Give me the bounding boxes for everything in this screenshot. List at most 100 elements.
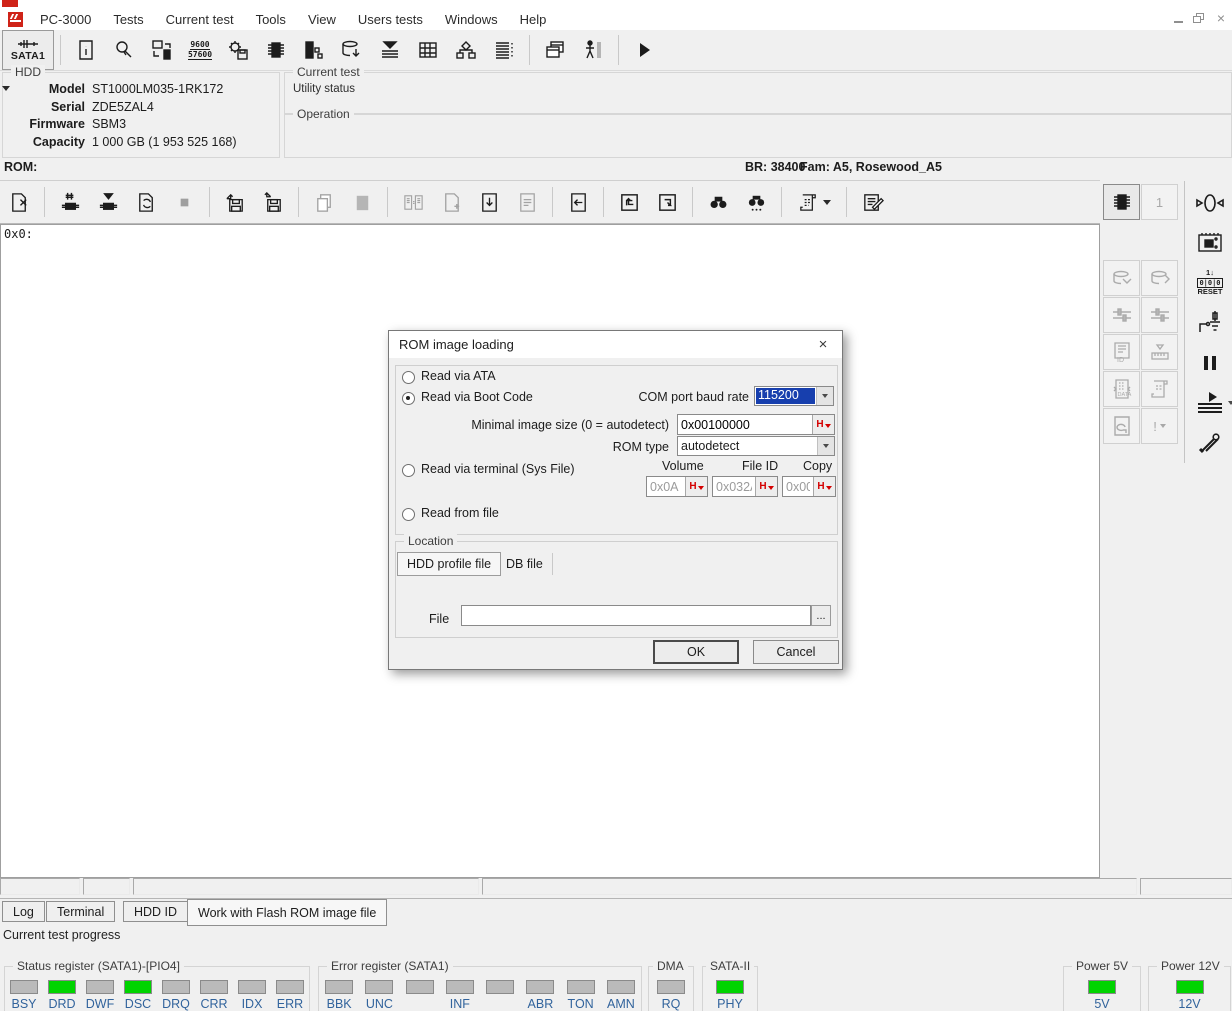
tab-work-with-flash-rom-image-file[interactable]: Work with Flash ROM image file [187, 899, 387, 926]
paste-button[interactable] [343, 184, 381, 220]
menu-users-tests[interactable]: Users tests [347, 12, 434, 27]
read-disk-b-button[interactable] [1141, 260, 1178, 296]
settings-tools-button[interactable] [1188, 423, 1232, 463]
tab-db-file[interactable]: DB file [497, 553, 553, 575]
oscilloscope-probe-button[interactable] [1188, 303, 1232, 343]
restore-icon[interactable] [1193, 13, 1204, 23]
baud-rate-button[interactable]: 960057600 [181, 32, 219, 68]
script-list-button[interactable] [485, 32, 523, 68]
append-image-button[interactable] [432, 184, 470, 220]
connector-b-button[interactable] [1141, 297, 1178, 333]
start-test-button[interactable] [625, 32, 663, 68]
rom-clear-button[interactable] [0, 184, 38, 220]
edit-mode-button[interactable] [853, 184, 891, 220]
rom-chip-number-button[interactable] [51, 184, 89, 220]
radio-read-via-terminal[interactable] [402, 464, 415, 477]
hex-mode-button[interactable]: H [812, 415, 834, 434]
dialog-titlebar[interactable]: ROM image loading × [389, 331, 842, 358]
close-icon[interactable]: × [814, 336, 832, 353]
head-1-button[interactable]: 1 [1141, 184, 1178, 220]
pause-button[interactable] [1188, 343, 1232, 383]
algorithm-button[interactable] [447, 32, 485, 68]
filter-tests-button[interactable] [371, 32, 409, 68]
menu-help[interactable]: Help [509, 12, 558, 27]
find-next-button[interactable] [737, 184, 775, 220]
hex-mode-button[interactable]: H [755, 477, 777, 496]
hdd-id-button[interactable]: ID [1103, 334, 1140, 370]
warning-dropdown-button[interactable]: ! [1141, 408, 1178, 444]
file-id-input[interactable] [713, 477, 755, 496]
radio-read-via-ata-label[interactable]: Read via ATA [421, 369, 496, 383]
load-part-button[interactable] [470, 184, 508, 220]
tab-terminal[interactable]: Terminal [46, 901, 115, 922]
image-numbers-button[interactable] [508, 184, 546, 220]
volume-input[interactable] [647, 477, 685, 496]
close-icon[interactable]: × [1214, 11, 1228, 25]
code-scroll-button[interactable] [1141, 371, 1178, 407]
rom-stop-button[interactable] [165, 184, 203, 220]
cancel-button[interactable]: Cancel [753, 640, 839, 664]
hdd-port-dropdown-icon[interactable] [2, 86, 10, 91]
menu-windows[interactable]: Windows [434, 12, 509, 27]
menu-tools[interactable]: Tools [245, 12, 297, 27]
chevron-down-icon[interactable] [823, 200, 831, 205]
radio-read-via-boot-code[interactable] [402, 392, 415, 405]
hex-mode-button[interactable]: H [813, 477, 835, 496]
rom-properties-button[interactable] [788, 184, 840, 220]
rom-type-combo[interactable]: autodetect [677, 436, 835, 456]
browse-button[interactable]: ... [811, 605, 831, 626]
copy-input[interactable] [783, 477, 813, 496]
exit-button[interactable] [574, 32, 612, 68]
minimize-icon[interactable] [1174, 13, 1183, 23]
power-zero-button[interactable] [1188, 183, 1232, 223]
menu-view[interactable]: View [297, 12, 347, 27]
rom-write-from-file-button[interactable] [254, 184, 292, 220]
chevron-down-icon[interactable] [1228, 401, 1232, 405]
file-path-input[interactable] [462, 606, 810, 625]
chevron-down-icon[interactable] [817, 437, 834, 455]
menu-current-test[interactable]: Current test [155, 12, 245, 27]
drive-info-button[interactable] [67, 32, 105, 68]
radio-read-from-file[interactable] [402, 508, 415, 521]
run-script-button[interactable] [1188, 383, 1232, 423]
read-disk-a-button[interactable] [1103, 260, 1140, 296]
compare-images-button[interactable] [394, 184, 432, 220]
connector-a-button[interactable] [1103, 297, 1140, 333]
chip-select-button[interactable] [1103, 184, 1140, 220]
page-up-button[interactable] [610, 184, 648, 220]
windows-cascade-button[interactable] [536, 32, 574, 68]
rom-chip-select-button[interactable] [89, 184, 127, 220]
tab-hdd-profile-file[interactable]: HDD profile file [397, 552, 501, 576]
pcb-chip-button[interactable] [1188, 223, 1232, 263]
resources-button[interactable] [295, 32, 333, 68]
chevron-down-icon[interactable] [816, 387, 833, 405]
radio-read-via-boot-code-label[interactable]: Read via Boot Code [421, 390, 533, 404]
sata1-port-button[interactable]: SATA1 [2, 30, 54, 70]
rom-read-to-file-button[interactable] [216, 184, 254, 220]
rom-reload-button[interactable] [127, 184, 165, 220]
min-size-input[interactable] [678, 415, 812, 434]
flash-chip-button[interactable] [257, 32, 295, 68]
tab-hdd-id[interactable]: HDD ID [123, 901, 188, 922]
device-mode-button[interactable] [143, 32, 181, 68]
radio-read-via-terminal-label[interactable]: Read via terminal (Sys File) [421, 462, 575, 476]
find-button[interactable] [699, 184, 737, 220]
hex-mode-button[interactable]: H [685, 477, 707, 496]
menu-pc-3000[interactable]: PC-3000 [29, 12, 102, 27]
radio-read-via-ata[interactable] [402, 371, 415, 384]
ok-button[interactable]: OK [653, 640, 739, 664]
tab-log[interactable]: Log [2, 901, 45, 922]
reset-button[interactable]: 1↓ 0|0|0 RESET [1188, 263, 1232, 303]
surface-grid-button[interactable] [409, 32, 447, 68]
data-doc-button[interactable]: DATA [1103, 371, 1140, 407]
write-back-button[interactable] [559, 184, 597, 220]
page-down-button[interactable] [648, 184, 686, 220]
lamp-button[interactable] [105, 32, 143, 68]
com-baud-combo[interactable]: 115200 [754, 386, 834, 406]
copy-button[interactable] [305, 184, 343, 220]
utility-settings-button[interactable] [219, 32, 257, 68]
doc-return-button[interactable] [1103, 408, 1140, 444]
ruler-chart-button[interactable] [1141, 334, 1178, 370]
menu-tests[interactable]: Tests [102, 12, 154, 27]
disk-structure-button[interactable] [333, 32, 371, 68]
